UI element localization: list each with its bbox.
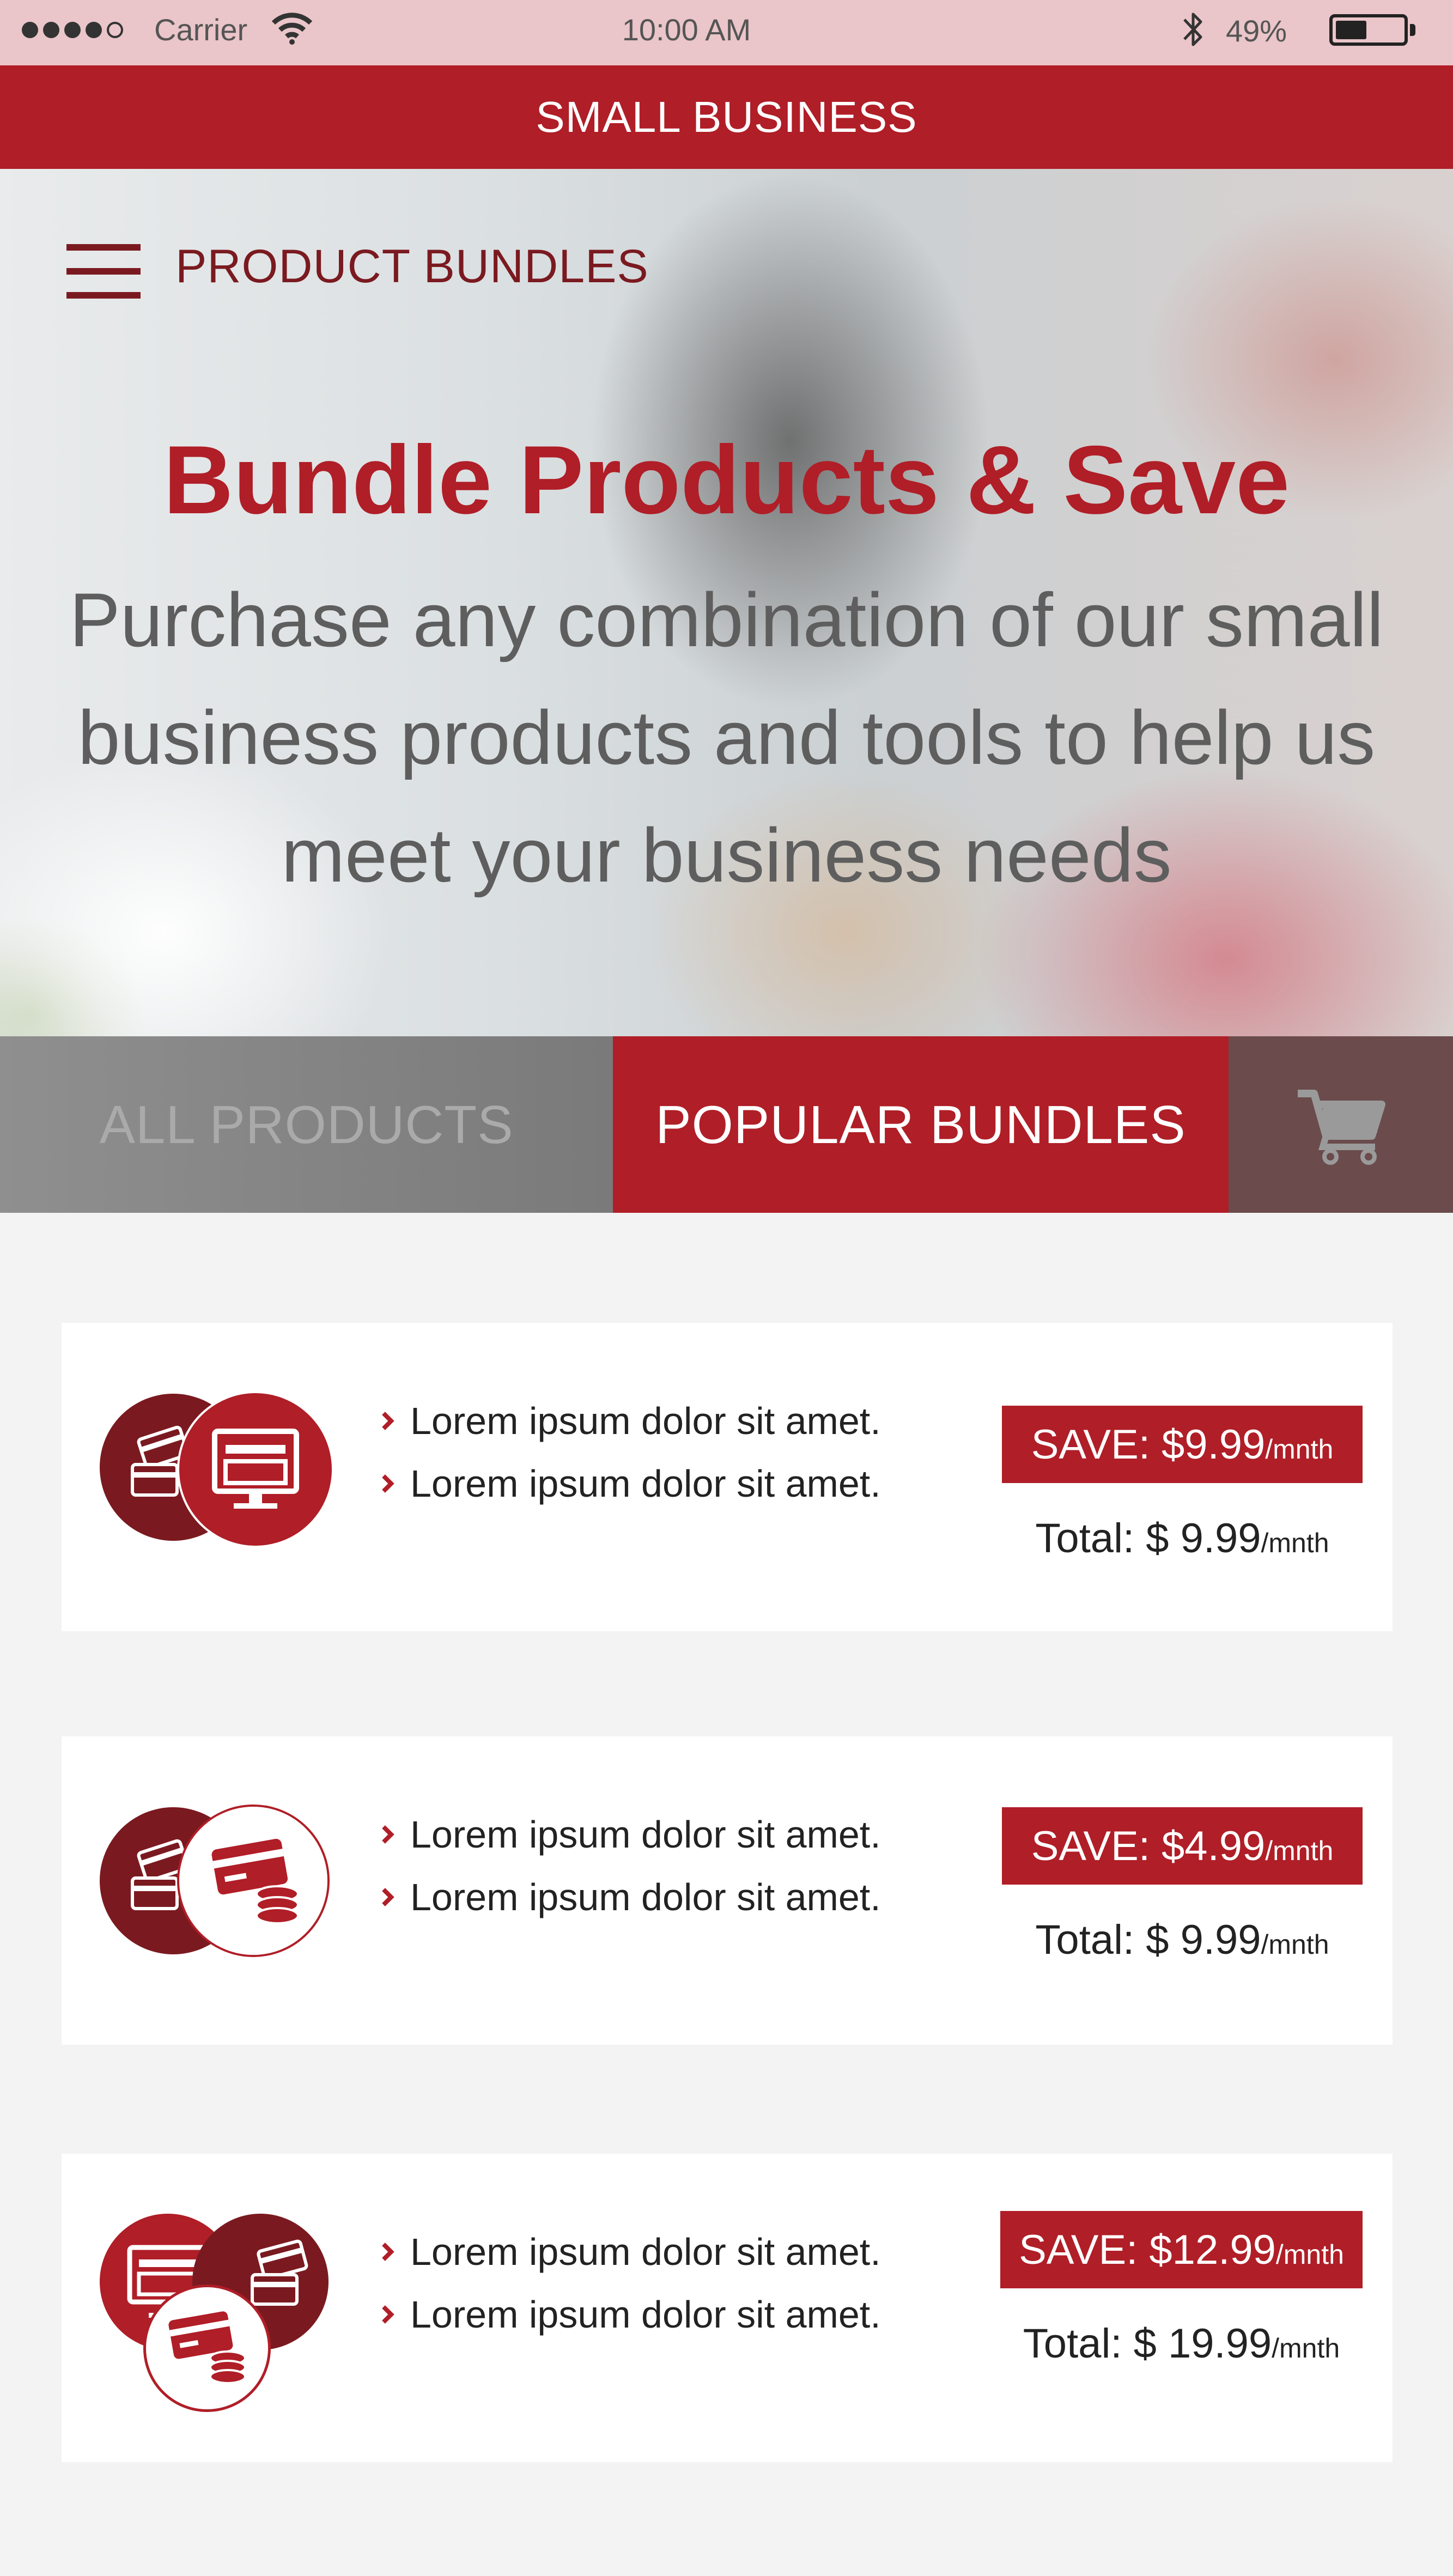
hamburger-menu-icon[interactable]	[66, 244, 141, 299]
save-amount: SAVE: $4.99	[1031, 1823, 1266, 1869]
bundle-icons	[100, 1391, 334, 1549]
feature-text: Lorem ipsum dolor sit amet.	[410, 1876, 881, 1918]
save-badge: SAVE: $12.99/mnth	[1000, 2211, 1363, 2288]
total-unit: /mnth	[1272, 2333, 1340, 2364]
feature-text: Lorem ipsum dolor sit amet.	[410, 2231, 881, 2273]
save-badge: SAVE: $9.99/mnth	[1002, 1406, 1363, 1483]
total-unit: /mnth	[1261, 1528, 1329, 1558]
feature-text: Lorem ipsum dolor sit amet.	[410, 1813, 881, 1856]
feature-item: Lorem ipsum dolor sit amet.	[380, 1394, 881, 1456]
hero-banner: PRODUCT BUNDLES Bundle Products & Save P…	[0, 169, 1453, 1036]
save-amount: SAVE: $9.99	[1031, 1421, 1266, 1468]
chevron-right-icon	[382, 1888, 394, 1906]
tab-all-products[interactable]: ALL PRODUCTS	[0, 1036, 613, 1213]
chevron-right-icon	[382, 1412, 394, 1430]
chevron-right-icon	[382, 1474, 394, 1493]
status-bar: Carrier 10:00 AM 49%	[0, 0, 1453, 65]
feature-text: Lorem ipsum dolor sit amet.	[410, 1400, 881, 1442]
app-title-bar: SMALL BUSINESS	[0, 65, 1453, 169]
bundle-card[interactable]: Lorem ipsum dolor sit amet. Lorem ipsum …	[62, 1736, 1393, 2045]
save-unit: /mnth	[1275, 2239, 1344, 2270]
computer-monitor-icon	[177, 1391, 334, 1548]
total-price: Total: $ 9.99/mnth	[1002, 1515, 1363, 1562]
bundle-icons	[100, 1805, 334, 1963]
chevron-right-icon	[382, 1825, 394, 1844]
feature-item: Lorem ipsum dolor sit amet.	[380, 2225, 881, 2287]
app-title: SMALL BUSINESS	[536, 93, 917, 141]
section-label: PRODUCT BUNDLES	[175, 240, 649, 293]
bundle-card[interactable]: Lorem ipsum dolor sit amet. Lorem ipsum …	[62, 2154, 1393, 2462]
feature-item: Lorem ipsum dolor sit amet.	[380, 2287, 881, 2350]
feature-item: Lorem ipsum dolor sit amet.	[380, 1807, 881, 1870]
bluetooth-icon	[1183, 13, 1202, 46]
card-and-coins-icon	[143, 2285, 271, 2412]
total-unit: /mnth	[1261, 1929, 1329, 1960]
total-amount: Total: $ 9.99	[1035, 1917, 1261, 1963]
hero-title: Bundle Products & Save	[163, 426, 1290, 534]
feature-item: Lorem ipsum dolor sit amet.	[380, 1456, 881, 1519]
save-badge: SAVE: $4.99/mnth	[1002, 1807, 1363, 1885]
total-price: Total: $ 19.99/mnth	[1000, 2320, 1363, 2367]
chevron-right-icon	[382, 2305, 394, 2324]
bundle-card[interactable]: Lorem ipsum dolor sit amet. Lorem ipsum …	[62, 1323, 1393, 1631]
feature-list: Lorem ipsum dolor sit amet. Lorem ipsum …	[380, 2225, 881, 2350]
clock: 10:00 AM	[622, 13, 751, 47]
save-amount: SAVE: $12.99	[1019, 2227, 1276, 2273]
battery-percentage: 49%	[1226, 14, 1287, 48]
save-unit: /mnth	[1265, 1434, 1334, 1465]
bundle-icons	[100, 2214, 334, 2412]
shopping-cart-icon	[1298, 1090, 1385, 1165]
feature-text: Lorem ipsum dolor sit amet.	[410, 1462, 881, 1505]
tab-all-products-label: ALL PRODUCTS	[99, 1094, 514, 1155]
hero-subtitle: Purchase any combination of our small bu…	[69, 577, 1384, 898]
feature-list: Lorem ipsum dolor sit amet. Lorem ipsum …	[380, 1394, 881, 1519]
product-tabs: ALL PRODUCTS POPULAR BUNDLES	[0, 1036, 1453, 1213]
cart-button[interactable]	[1229, 1036, 1453, 1213]
feature-item: Lorem ipsum dolor sit amet.	[380, 1870, 881, 1933]
card-and-coins-icon	[177, 1805, 330, 1957]
chevron-right-icon	[382, 2243, 394, 2261]
tab-popular-bundles[interactable]: POPULAR BUNDLES	[613, 1036, 1229, 1213]
save-unit: /mnth	[1265, 1836, 1334, 1866]
total-price: Total: $ 9.99/mnth	[1002, 1916, 1363, 1964]
tab-popular-bundles-label: POPULAR BUNDLES	[655, 1094, 1186, 1155]
feature-list: Lorem ipsum dolor sit amet. Lorem ipsum …	[380, 1807, 881, 1933]
total-amount: Total: $ 19.99	[1023, 2320, 1272, 2367]
feature-text: Lorem ipsum dolor sit amet.	[410, 2293, 881, 2336]
battery-icon	[1329, 14, 1415, 46]
total-amount: Total: $ 9.99	[1035, 1515, 1261, 1562]
